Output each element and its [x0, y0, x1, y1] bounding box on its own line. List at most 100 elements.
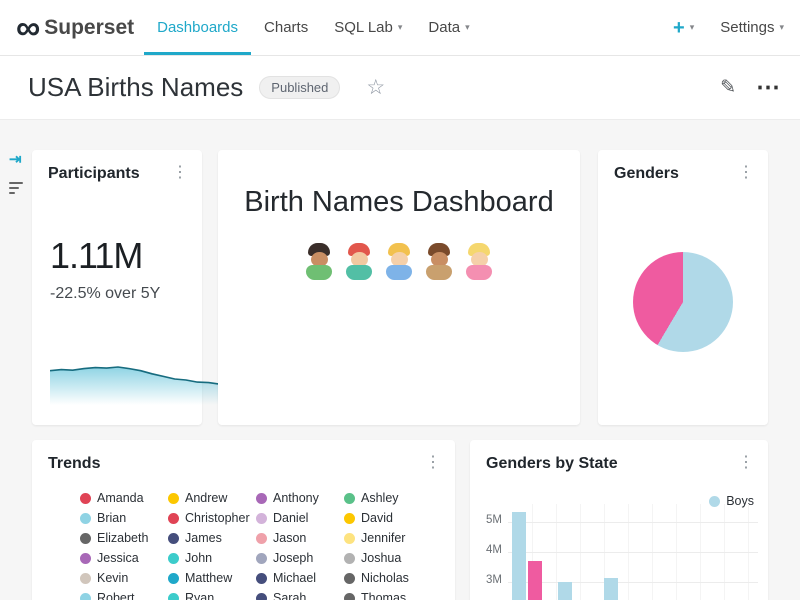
legend-dot [256, 533, 267, 544]
dashboard-header: USA Births Names Published ☆ ✎ ⋯ [0, 56, 800, 120]
legend-item-david[interactable]: David [344, 511, 432, 525]
big-number-value: 1.11M [50, 235, 202, 277]
genders-by-state-card: Genders by State ⋮ Boys 5M4M3M [470, 440, 768, 600]
plus-icon: + [673, 18, 685, 38]
y-axis-tick: 4M [474, 544, 502, 556]
legend-label: David [361, 511, 393, 525]
bar-boys[interactable] [604, 578, 618, 600]
legend-item-brian[interactable]: Brian [80, 511, 168, 525]
genders-pie[interactable] [633, 252, 733, 352]
legend-item-joshua[interactable]: Joshua [344, 551, 432, 565]
legend-dot [344, 573, 355, 584]
kebab-menu-icon[interactable]: ⋮ [425, 455, 441, 471]
trend-subtext: -22.5% over 5Y [50, 285, 202, 303]
legend-item-joseph[interactable]: Joseph [256, 551, 344, 565]
markdown-card: Birth Names Dashboard [218, 150, 580, 425]
legend-dot [168, 553, 179, 564]
legend-label: Joseph [273, 551, 313, 565]
bar-boys[interactable] [512, 512, 526, 600]
legend-dot [344, 493, 355, 504]
legend-label: Kevin [97, 571, 128, 585]
superset-logo-icon: ∞ [16, 11, 38, 45]
superset-logo[interactable]: ∞ Superset [16, 0, 134, 55]
top-navbar: ∞ Superset DashboardsChartsSQL Lab▾Data▾… [0, 0, 800, 56]
kebab-menu-icon[interactable]: ⋮ [738, 455, 754, 471]
legend-dot [344, 593, 355, 600]
nav-item-label: SQL Lab [334, 19, 393, 36]
participants-card: Participants ⋮ 1.11M -22.5% over 5Y [32, 150, 202, 425]
legend-dot [80, 513, 91, 524]
gridline-horizontal [508, 522, 758, 523]
legend-item-jessica[interactable]: Jessica [80, 551, 168, 565]
kebab-menu-icon[interactable]: ⋮ [738, 165, 754, 181]
published-badge[interactable]: Published [259, 76, 340, 99]
brand-name: Superset [44, 16, 134, 40]
nav-item-sql-lab[interactable]: SQL Lab▾ [321, 0, 415, 55]
nav-right: + ▾ Settings ▾ [673, 0, 784, 55]
legend-dot [80, 573, 91, 584]
legend-dot [256, 553, 267, 564]
legend-dot [80, 533, 91, 544]
legend-dot [80, 593, 91, 600]
caret-down-icon: ▾ [779, 22, 784, 33]
markdown-heading: Birth Names Dashboard [218, 186, 580, 219]
nav-item-label: Charts [264, 19, 308, 36]
legend-label: Joshua [361, 551, 401, 565]
settings-label: Settings [720, 19, 774, 36]
new-item-button[interactable]: + ▾ [673, 18, 694, 38]
kid-figure-1 [304, 243, 334, 280]
trends-legend: Amanda Andrew Anthony Ashley Brian Christophe… [80, 491, 455, 600]
kids-row [218, 243, 580, 280]
nav-item-label: Dashboards [157, 19, 238, 36]
legend-item-ashley[interactable]: Ashley [344, 491, 432, 505]
legend-item-anthony[interactable]: Anthony [256, 491, 344, 505]
legend-item-daniel[interactable]: Daniel [256, 511, 344, 525]
legend-label: Amanda [97, 491, 144, 505]
legend-dot [256, 513, 267, 524]
legend-label: Michael [273, 571, 316, 585]
legend-label: Nicholas [361, 571, 409, 585]
bar-boys[interactable] [558, 582, 572, 600]
legend-label: Andrew [185, 491, 227, 505]
legend-item-michael[interactable]: Michael [256, 571, 344, 585]
nav-item-charts[interactable]: Charts [251, 0, 321, 55]
legend-dot [168, 573, 179, 584]
dashboard-grid: ⇥ Participants ⋮ 1.11M -22.5% over 5Y [0, 120, 800, 600]
nav-item-dashboards[interactable]: Dashboards [144, 0, 251, 55]
legend-item-amanda[interactable]: Amanda [80, 491, 168, 505]
filter-icon[interactable] [9, 182, 23, 197]
kebab-menu-icon[interactable]: ⋮ [172, 165, 188, 181]
legend-item-jason[interactable]: Jason [256, 531, 344, 545]
settings-menu[interactable]: Settings ▾ [720, 19, 784, 36]
legend-item-thomas[interactable]: Thomas [344, 591, 432, 600]
legend-item-kevin[interactable]: Kevin [80, 571, 168, 585]
legend-item-robert[interactable]: Robert [80, 591, 168, 600]
legend-item-james[interactable]: James [168, 531, 256, 545]
header-actions: ✎ ⋯ [720, 73, 780, 102]
legend-label: Christopher [185, 511, 250, 525]
kid-figure-3 [384, 243, 414, 280]
expand-filter-bar-icon[interactable]: ⇥ [9, 150, 22, 168]
nav-item-data[interactable]: Data▾ [415, 0, 482, 55]
legend-item-matthew[interactable]: Matthew [168, 571, 256, 585]
legend-label: Ashley [361, 491, 399, 505]
kid-figure-5 [464, 243, 494, 280]
edit-pencil-icon[interactable]: ✎ [720, 76, 736, 99]
legend-item-andrew[interactable]: Andrew [168, 491, 256, 505]
y-axis-tick: 3M [474, 574, 502, 586]
legend-item-jennifer[interactable]: Jennifer [344, 531, 432, 545]
legend-item-ryan[interactable]: Ryan [168, 591, 256, 600]
legend-label: Elizabeth [97, 531, 148, 545]
bar-girls[interactable] [528, 561, 542, 600]
legend-item-elizabeth[interactable]: Elizabeth [80, 531, 168, 545]
legend-item-sarah[interactable]: Sarah [256, 591, 344, 600]
legend-label: Jessica [97, 551, 139, 565]
dashboard-title: USA Births Names [28, 72, 243, 103]
more-options-icon[interactable]: ⋯ [756, 73, 780, 102]
sparkline-area [50, 367, 220, 405]
favorite-star-icon[interactable]: ☆ [366, 75, 385, 100]
legend-item-christopher[interactable]: Christopher [168, 511, 256, 525]
legend-item-john[interactable]: John [168, 551, 256, 565]
legend-item-nicholas[interactable]: Nicholas [344, 571, 432, 585]
legend-dot [344, 553, 355, 564]
